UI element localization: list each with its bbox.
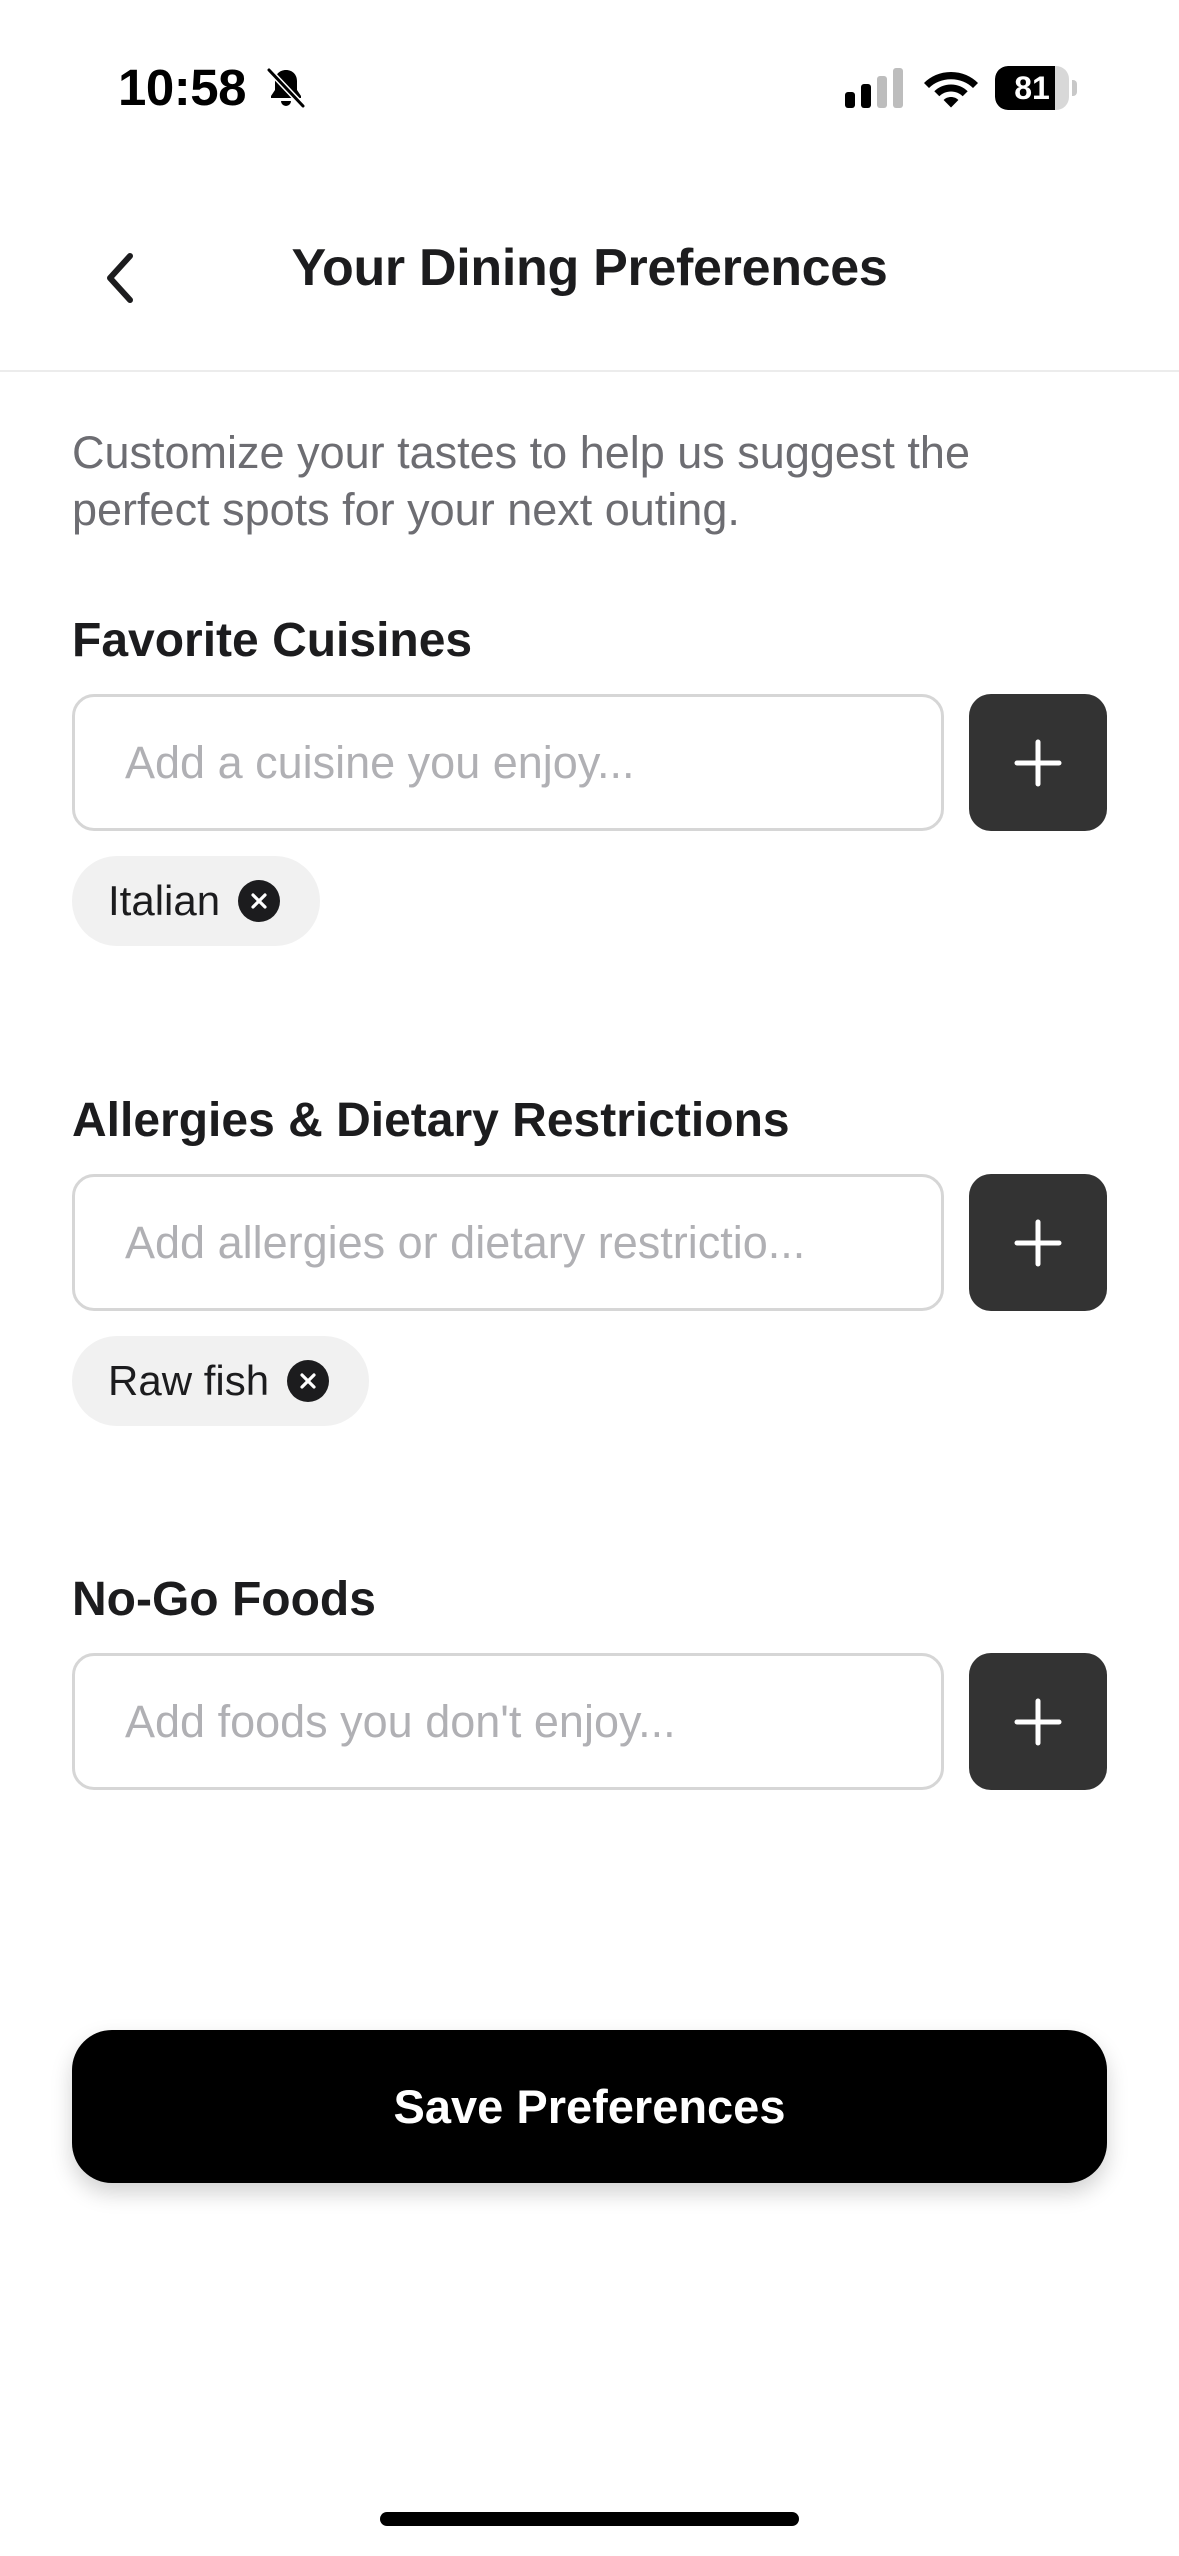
remove-tag-button[interactable] bbox=[287, 1360, 330, 1402]
add-no-go-food-button[interactable] bbox=[969, 1653, 1107, 1790]
input-row bbox=[72, 1653, 1107, 1790]
input-row bbox=[72, 1174, 1107, 1311]
plus-icon bbox=[1014, 1219, 1062, 1266]
allergies-input[interactable] bbox=[72, 1174, 944, 1311]
status-bar: 10:58 81 bbox=[0, 0, 1179, 150]
tag-label: Italian bbox=[108, 877, 221, 924]
section-label: Allergies & Dietary Restrictions bbox=[72, 1094, 790, 1147]
status-time: 10:58 bbox=[118, 59, 246, 116]
tag-label: Raw fish bbox=[108, 1357, 270, 1404]
navigation-header: Your Dining Preferences bbox=[0, 200, 1179, 372]
tag-chip: Raw fish bbox=[72, 1336, 370, 1426]
tag-chip: Italian bbox=[72, 856, 321, 946]
close-icon bbox=[251, 893, 267, 909]
plus-icon bbox=[1014, 739, 1062, 786]
battery-level: 81 bbox=[1014, 70, 1050, 106]
battery-cap bbox=[1072, 80, 1077, 96]
plus-icon bbox=[1014, 1698, 1062, 1745]
close-icon bbox=[300, 1373, 316, 1389]
remove-tag-button[interactable] bbox=[238, 880, 281, 922]
home-indicator[interactable] bbox=[380, 2512, 799, 2526]
add-allergy-button[interactable] bbox=[969, 1174, 1107, 1311]
bell-slash-icon bbox=[266, 67, 306, 109]
intro-description: Customize your tastes to help us suggest… bbox=[72, 427, 970, 535]
cuisine-input[interactable] bbox=[72, 694, 944, 831]
section-label: Favorite Cuisines bbox=[72, 614, 473, 667]
input-row bbox=[72, 694, 1107, 831]
page-title: Your Dining Preferences bbox=[291, 239, 888, 297]
battery-icon: 81 bbox=[995, 66, 1077, 110]
wifi-icon bbox=[924, 72, 978, 108]
signal-icon bbox=[845, 68, 903, 108]
add-cuisine-button[interactable] bbox=[969, 694, 1107, 831]
no-go-foods-input[interactable] bbox=[72, 1653, 944, 1790]
battery-body: 81 bbox=[995, 66, 1069, 110]
section-label: No-Go Foods bbox=[72, 1573, 376, 1626]
save-preferences-button[interactable]: Save Preferences bbox=[72, 2030, 1107, 2183]
